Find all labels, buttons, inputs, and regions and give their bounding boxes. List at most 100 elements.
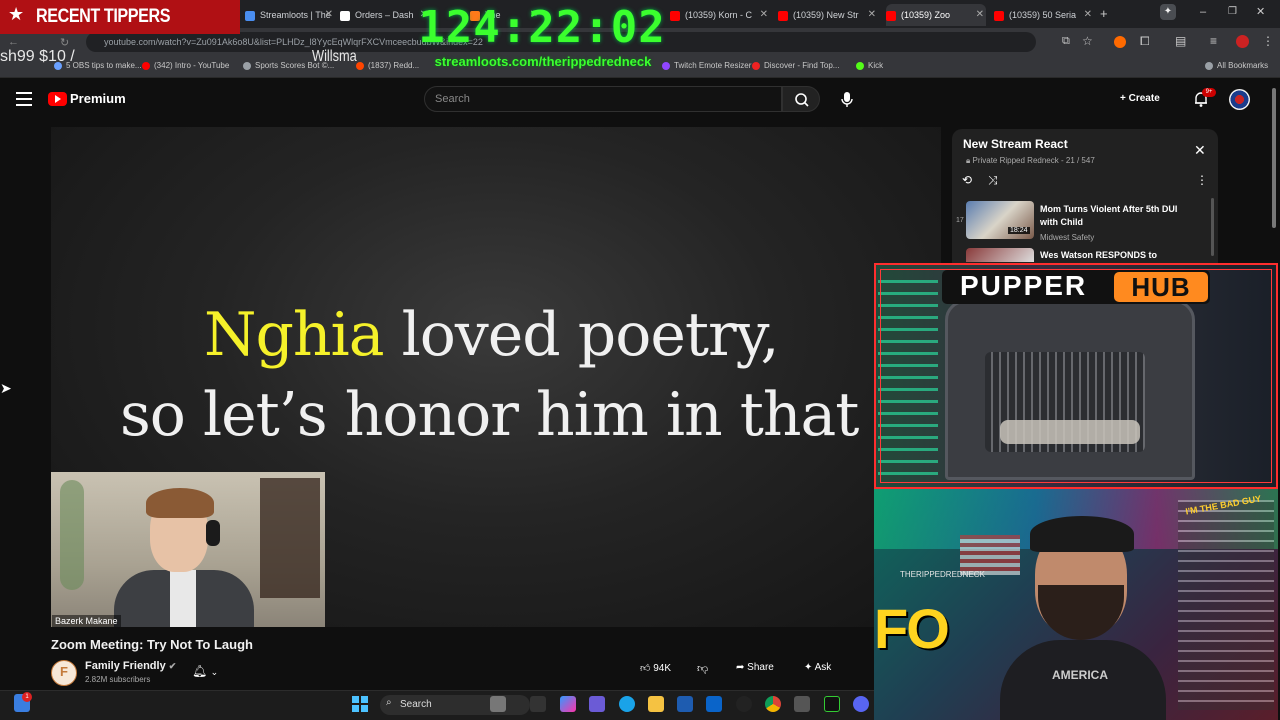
back-icon[interactable]: ← xyxy=(8,36,19,48)
close-tab-icon[interactable]: ✕ xyxy=(868,4,876,26)
store-icon[interactable] xyxy=(677,696,693,712)
page-scrollbar[interactable] xyxy=(1272,88,1276,228)
create-button[interactable]: + Create xyxy=(1120,88,1178,110)
task-view-icon[interactable] xyxy=(530,696,546,712)
browser-tab[interactable]: (10359) New Str ✕ xyxy=(778,4,878,26)
close-tab-icon[interactable]: ✕ xyxy=(976,4,984,26)
close-icon[interactable]: ✕ xyxy=(1194,142,1206,159)
copilot-icon[interactable] xyxy=(490,696,506,712)
search-input[interactable]: Search xyxy=(424,86,782,112)
close-tab-icon[interactable]: ✕ xyxy=(325,4,333,26)
app-icon[interactable] xyxy=(794,696,810,712)
cast-icon[interactable]: ⧉ xyxy=(1062,35,1070,48)
teams-icon[interactable] xyxy=(589,696,605,712)
bookmark-item[interactable]: (342) Intro - YouTube xyxy=(142,61,229,70)
extension-icon[interactable] xyxy=(1114,36,1126,48)
sparkle-icon: ✦ xyxy=(804,662,815,673)
headset-icon xyxy=(206,520,220,546)
maximize-icon[interactable]: ❐ xyxy=(1228,6,1237,17)
bookmark-item[interactable]: Discover - Find Top... xyxy=(752,61,839,70)
browser-tab[interactable]: (10359) Korn - C ✕ xyxy=(670,4,770,26)
playlist-scrollbar[interactable] xyxy=(1211,198,1214,256)
hamburger-menu-icon[interactable] xyxy=(16,92,32,106)
playlist-item-title[interactable]: Wes Watson RESPONDS to xyxy=(1040,250,1157,260)
browser-tab[interactable]: (10359) Zoo ✕ xyxy=(886,4,986,26)
bookmark-label: All Bookmarks xyxy=(1217,61,1269,70)
caption-highlight: Nghia xyxy=(204,300,385,370)
extensions-puzzle-icon[interactable]: ⧠ xyxy=(1140,34,1150,49)
playlist-item-channel: Midwest Safety xyxy=(1040,233,1095,242)
browser-tab[interactable]: (10359) 50 Seria ✕ xyxy=(994,4,1094,26)
start-button[interactable] xyxy=(352,696,368,712)
tab-label: (10359) 50 Seria xyxy=(1009,10,1077,20)
share-button[interactable]: ➦ Share xyxy=(736,662,774,673)
ask-button[interactable]: ✦ Ask xyxy=(804,662,831,673)
plant-image xyxy=(60,480,84,590)
tab-label: (10359) Korn - C xyxy=(685,10,753,20)
search-button[interactable] xyxy=(782,86,820,112)
discord-icon[interactable] xyxy=(853,696,869,712)
bookmark-favicon-icon xyxy=(1205,61,1213,70)
bookmark-favicon-icon xyxy=(356,61,364,70)
tab-label: (10359) New Str xyxy=(793,10,859,20)
terminal-icon[interactable] xyxy=(824,696,840,712)
playlist-meta: Private Ripped Redneck - 21 / 547 xyxy=(972,156,1095,165)
edge-icon[interactable] xyxy=(619,696,635,712)
copilot-app-icon[interactable] xyxy=(560,696,576,712)
ask-label: Ask xyxy=(814,662,832,673)
recent-tippers-title: RECENT TIPPERS xyxy=(36,6,171,27)
media-icon[interactable]: ≡ xyxy=(1210,34,1217,48)
playlist-title[interactable]: New Stream React xyxy=(963,137,1068,151)
more-options-icon[interactable]: ⋮ xyxy=(1196,173,1208,187)
tipper-name: Willsma xyxy=(312,48,357,65)
search-icon xyxy=(795,93,809,107)
loop-icon[interactable]: ⟲ xyxy=(962,173,972,187)
close-window-icon[interactable]: ✕ xyxy=(1256,5,1265,18)
wall-sign-text: THERIPPEDREDNECK xyxy=(900,570,985,579)
new-tab-icon[interactable]: + xyxy=(1100,6,1108,21)
taskbar-search[interactable]: Search xyxy=(380,695,530,715)
bookmark-label: Kick xyxy=(868,61,884,70)
bookmark-star-icon[interactable]: ☆ xyxy=(1082,34,1093,48)
playlist-item-index: 17 xyxy=(956,217,964,224)
shelf-image xyxy=(1178,500,1274,710)
share-icon: ➦ xyxy=(736,662,748,673)
thumbs-up-icon: 👍︎ xyxy=(640,663,651,674)
close-tab-icon[interactable]: ✕ xyxy=(760,4,768,26)
shuffle-icon[interactable]: ⤨ xyxy=(988,173,998,188)
bookmark-item[interactable]: Kick xyxy=(856,61,883,70)
dislike-button[interactable]: 👎︎ xyxy=(697,662,708,675)
verified-icon: ✔ xyxy=(168,661,177,671)
playlist-subtitle: 🔒︎ Private Ripped Redneck - 21 / 547 xyxy=(966,156,1095,166)
bookmark-label: (342) Intro - YouTube xyxy=(154,61,230,70)
close-tab-icon[interactable]: ✕ xyxy=(1084,4,1092,26)
voice-search-button[interactable] xyxy=(834,86,860,112)
browser-menu-icon[interactable]: ⋮ xyxy=(1262,34,1274,48)
browser-tab[interactable]: Streamloots | The ✕ xyxy=(245,4,335,26)
ai-icon[interactable]: ✦ xyxy=(1160,4,1176,20)
playlist-item-thumbnail[interactable] xyxy=(966,248,1034,262)
like-button[interactable]: 👍︎ 94K xyxy=(640,662,671,674)
notification-count-badge: 9+ xyxy=(1202,88,1216,97)
subscriber-count: 2.82M subscribers xyxy=(85,675,151,684)
minimize-icon[interactable]: – xyxy=(1200,6,1206,18)
subscription-bell-button[interactable]: 🔔︎ ⌄ xyxy=(192,664,218,678)
obs-icon[interactable] xyxy=(736,696,752,712)
youtube-logo[interactable] xyxy=(48,92,67,106)
coat-image xyxy=(260,478,320,598)
playlist-item-title[interactable]: Mom Turns Violent After 5th DUI with Chi… xyxy=(1040,203,1190,229)
file-explorer-icon[interactable] xyxy=(648,696,664,712)
channel-name[interactable]: Family Friendly ✔ xyxy=(85,660,176,672)
tab-favicon-icon xyxy=(886,10,896,21)
plus-icon: + xyxy=(1120,93,1129,104)
outlook-icon[interactable] xyxy=(706,696,722,712)
bookmark-item[interactable]: All Bookmarks xyxy=(1205,61,1268,70)
search-icon: ⌕ xyxy=(386,697,392,708)
sidepanel-icon[interactable]: ▤ xyxy=(1175,34,1186,48)
profile-icon[interactable] xyxy=(1236,35,1249,48)
streamer-shirt-text: AMERICA xyxy=(1052,668,1108,682)
tab-favicon-icon xyxy=(245,10,255,21)
account-avatar[interactable] xyxy=(1229,89,1250,110)
chrome-icon[interactable] xyxy=(765,696,781,712)
youtube-brand-label[interactable]: Premium xyxy=(70,91,126,106)
